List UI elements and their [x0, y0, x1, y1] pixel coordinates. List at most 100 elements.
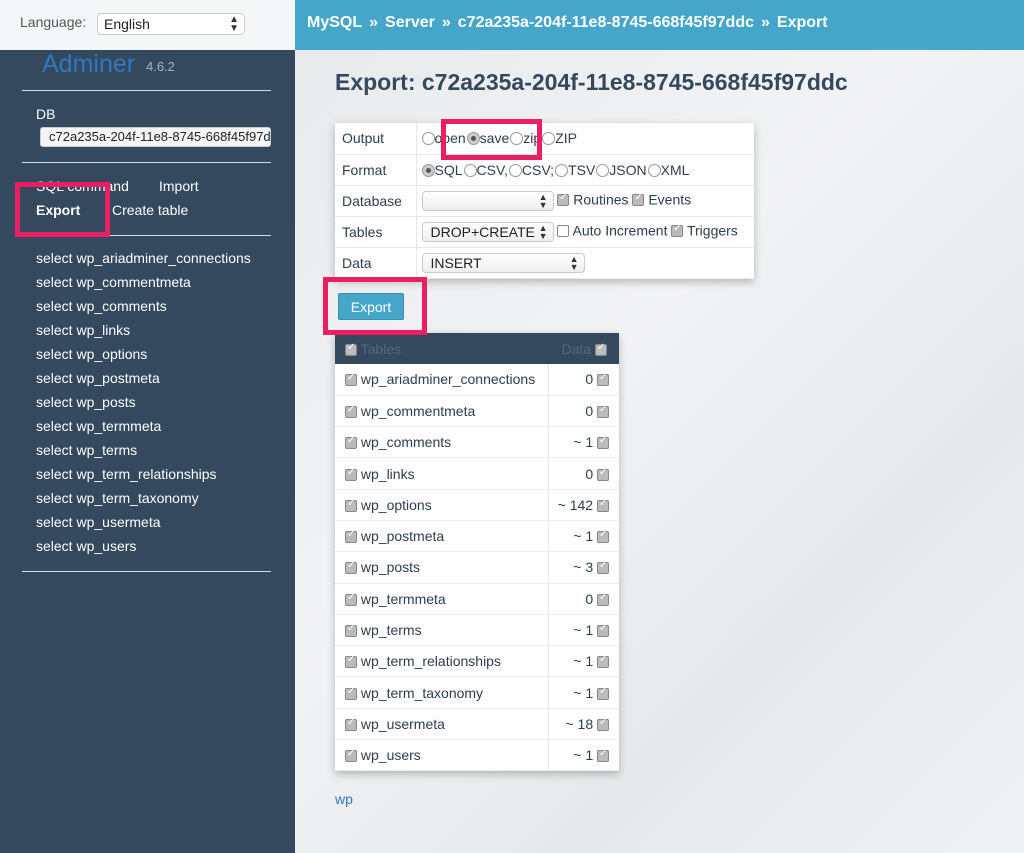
select-table-link[interactable]: select — [36, 250, 73, 266]
export-link[interactable]: Export — [36, 202, 80, 218]
select-table-link[interactable]: select — [36, 490, 73, 506]
data-checkbox[interactable] — [597, 404, 609, 418]
table-checkbox[interactable] — [345, 498, 357, 512]
sql-command-link[interactable]: SQL command — [36, 178, 129, 194]
data-checkbox[interactable] — [597, 560, 609, 575]
logo[interactable]: Adminer — [42, 50, 135, 79]
data-checkbox[interactable] — [597, 467, 609, 481]
data-checkbox[interactable] — [597, 372, 609, 387]
events-checkbox[interactable] — [632, 192, 645, 207]
data-checkbox[interactable] — [597, 748, 609, 763]
table-name[interactable]: wp_comments — [361, 434, 451, 450]
routines-label[interactable]: Routines — [573, 191, 628, 207]
auto-increment-checkbox[interactable] — [557, 225, 570, 238]
select-table-link[interactable]: select — [36, 418, 73, 434]
output-zip-upper-label[interactable]: ZIP — [555, 130, 577, 146]
format-json-radio[interactable] — [596, 163, 610, 177]
data-checkbox[interactable] — [597, 717, 609, 731]
table-checkbox[interactable] — [345, 529, 357, 544]
table-structure-link[interactable]: wp_term_relationships — [76, 466, 216, 482]
table-structure-link[interactable]: wp_options — [76, 346, 147, 362]
output-save-radio[interactable] — [466, 132, 480, 146]
select-table-link[interactable]: select — [36, 370, 73, 386]
data-checkbox[interactable] — [597, 686, 609, 700]
select-table-link[interactable]: select — [36, 514, 73, 530]
table-structure-link[interactable]: wp_users — [76, 538, 136, 554]
format-tsv-label[interactable]: TSV — [568, 162, 595, 178]
table-checkbox[interactable] — [345, 467, 357, 481]
breadcrumb-server[interactable]: Server — [385, 14, 435, 31]
table-checkbox[interactable] — [345, 560, 357, 575]
format-json-label[interactable]: JSON — [609, 162, 646, 178]
table-checkbox[interactable] — [345, 372, 357, 387]
select-all-data-checkbox[interactable] — [595, 342, 607, 356]
table-checkbox[interactable] — [345, 623, 357, 638]
format-xml-radio[interactable] — [647, 163, 661, 177]
data-checkbox[interactable] — [597, 529, 609, 544]
table-structure-link[interactable]: wp_ariadminer_connections — [76, 250, 250, 266]
auto-increment-label[interactable]: Auto Increment — [573, 222, 668, 238]
select-table-link[interactable]: select — [36, 346, 73, 362]
table-name[interactable]: wp_termmeta — [361, 591, 446, 607]
data-checkbox[interactable] — [597, 654, 609, 669]
format-csv-comma-radio[interactable] — [463, 163, 477, 177]
output-zip-label[interactable]: zip — [523, 130, 541, 146]
table-checkbox[interactable] — [345, 435, 357, 450]
table-checkbox[interactable] — [345, 404, 357, 418]
table-checkbox[interactable] — [345, 592, 357, 606]
table-name[interactable]: wp_usermeta — [361, 716, 445, 732]
data-checkbox[interactable] — [597, 623, 609, 638]
db-select[interactable]: c72a235a-204f-11e8-8745-668f45f97ddc — [40, 127, 271, 147]
table-checkbox[interactable] — [345, 717, 357, 731]
table-name[interactable]: wp_options — [361, 497, 432, 513]
table-name[interactable]: wp_posts — [361, 559, 420, 575]
routines-checkbox[interactable] — [557, 192, 570, 207]
breadcrumb-database[interactable]: c72a235a-204f-11e8-8745-668f45f97ddc — [458, 14, 754, 31]
output-open-radio[interactable] — [421, 132, 435, 146]
db-link[interactable]: wp — [335, 791, 353, 807]
output-save-label[interactable]: save — [480, 130, 510, 146]
format-csv-semicolon-radio[interactable] — [508, 163, 522, 177]
select-table-link[interactable]: select — [36, 466, 73, 482]
table-structure-link[interactable]: wp_links — [76, 322, 130, 338]
export-button[interactable]: Export — [338, 293, 404, 320]
table-name[interactable]: wp_links — [361, 466, 415, 482]
table-name[interactable]: wp_term_taxonomy — [361, 685, 483, 701]
create-table-link[interactable]: Create table — [112, 202, 188, 218]
data-checkbox[interactable] — [597, 498, 609, 512]
events-label[interactable]: Events — [648, 191, 691, 207]
select-table-link[interactable]: select — [36, 538, 73, 554]
format-xml-label[interactable]: XML — [661, 162, 690, 178]
format-csv-comma-label[interactable]: CSV, — [477, 162, 508, 178]
table-name[interactable]: wp_terms — [361, 622, 422, 638]
output-open-label[interactable]: open — [435, 130, 466, 146]
table-name[interactable]: wp_commentmeta — [361, 403, 475, 419]
format-sql-radio[interactable] — [421, 163, 435, 177]
table-structure-link[interactable]: wp_postmeta — [76, 370, 159, 386]
triggers-checkbox[interactable] — [671, 223, 684, 238]
format-sql-label[interactable]: SQL — [435, 162, 463, 178]
data-checkbox[interactable] — [597, 435, 609, 450]
table-structure-link[interactable]: wp_terms — [76, 442, 137, 458]
language-select[interactable]: English ▲ ▼ — [97, 13, 245, 35]
select-all-tables-checkbox[interactable] — [345, 342, 357, 356]
format-tsv-radio[interactable] — [555, 163, 569, 177]
table-structure-link[interactable]: wp_termmeta — [76, 418, 161, 434]
data-select[interactable]: INSERT ▲ ▼ — [421, 252, 585, 273]
output-zip-radio[interactable] — [510, 132, 524, 146]
table-structure-link[interactable]: wp_posts — [76, 394, 135, 410]
table-name[interactable]: wp_users — [361, 747, 421, 763]
table-checkbox[interactable] — [345, 654, 357, 669]
format-csv-semicolon-label[interactable]: CSV; — [522, 162, 554, 178]
database-select[interactable]: ▲ ▼ — [421, 190, 554, 211]
table-structure-link[interactable]: wp_commentmeta — [76, 274, 190, 290]
triggers-label[interactable]: Triggers — [687, 222, 738, 238]
import-link[interactable]: Import — [159, 178, 199, 194]
table-name[interactable]: wp_postmeta — [361, 528, 444, 544]
data-checkbox[interactable] — [597, 592, 609, 606]
select-table-link[interactable]: select — [36, 394, 73, 410]
breadcrumb-mysql[interactable]: MySQL — [307, 14, 362, 31]
table-checkbox[interactable] — [345, 748, 357, 763]
table-checkbox[interactable] — [345, 686, 357, 700]
output-zip-upper-radio[interactable] — [542, 132, 556, 146]
